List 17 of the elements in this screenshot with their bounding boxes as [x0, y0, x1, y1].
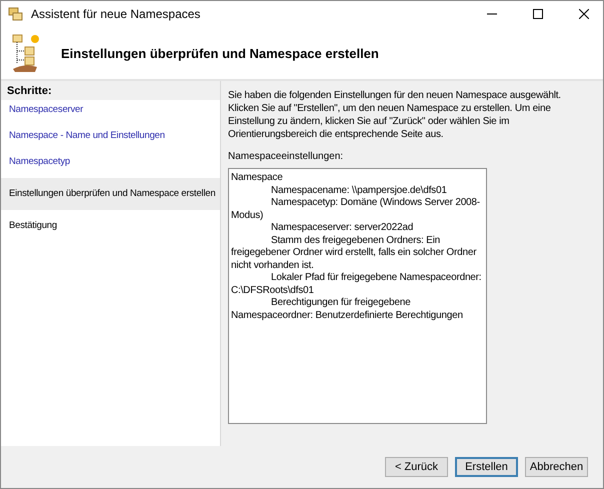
- dialog-button[interactable]: Abbrechen: [525, 457, 588, 477]
- step-link[interactable]: Namespace - Name und Einstellungen: [1, 126, 220, 146]
- instructions-text: Sie haben die folgenden Einstellungen für den neuen Namespace ausgewählt. Klicken Sie auf "Erstellen", um den neuen Namespace zu erstellen. Um eine Einstellung zu ändern, klicken Sie auf "Zurück" oder wählen Sie im Orientierungsbereich die entsprechende Seite aus.: [228, 89, 562, 141]
- step-link[interactable]: Namespaceserver: [1, 100, 220, 120]
- step-item[interactable]: Einstellungen überprüfen und Namespace erstellen: [1, 178, 220, 210]
- maximize-icon[interactable]: [533, 9, 543, 19]
- page-heading: Einstellungen überprüfen und Namespace erstellen: [61, 46, 379, 60]
- steps-heading: Schritte:: [7, 85, 52, 97]
- dialog-button[interactable]: < Zurück: [385, 457, 448, 477]
- settings-textbox[interactable]: Namespace Namespacename: \\pampersjoe.de\dfs01 Namespacetyp: Domäne (Windows Server 2008-Modus) Namespaceserver: server2022ad Stamm des freigegebenen Ordners: Ein freigegebener Ordner wird erstellt, falls ein solcher Ordner nicht vorhanden ist. Lokaler Pfad für freigegebene Namespaceordner: C:\DFSRoots\dfs01 Berechtigungen für freigegebene Namespaceordner: Benutzerdefinierte Berechtigungen: [228, 168, 487, 424]
- dialog-button[interactable]: Erstellen: [455, 457, 518, 477]
- folders-icon: [8, 6, 24, 22]
- close-icon[interactable]: [579, 9, 589, 19]
- step-item[interactable]: Bestätigung: [1, 216, 220, 236]
- window-title: Assistent für neue Namespaces: [31, 7, 202, 21]
- settings-label: Namespaceeinstellungen:: [228, 151, 344, 162]
- step-link[interactable]: Namespacetyp: [1, 152, 220, 172]
